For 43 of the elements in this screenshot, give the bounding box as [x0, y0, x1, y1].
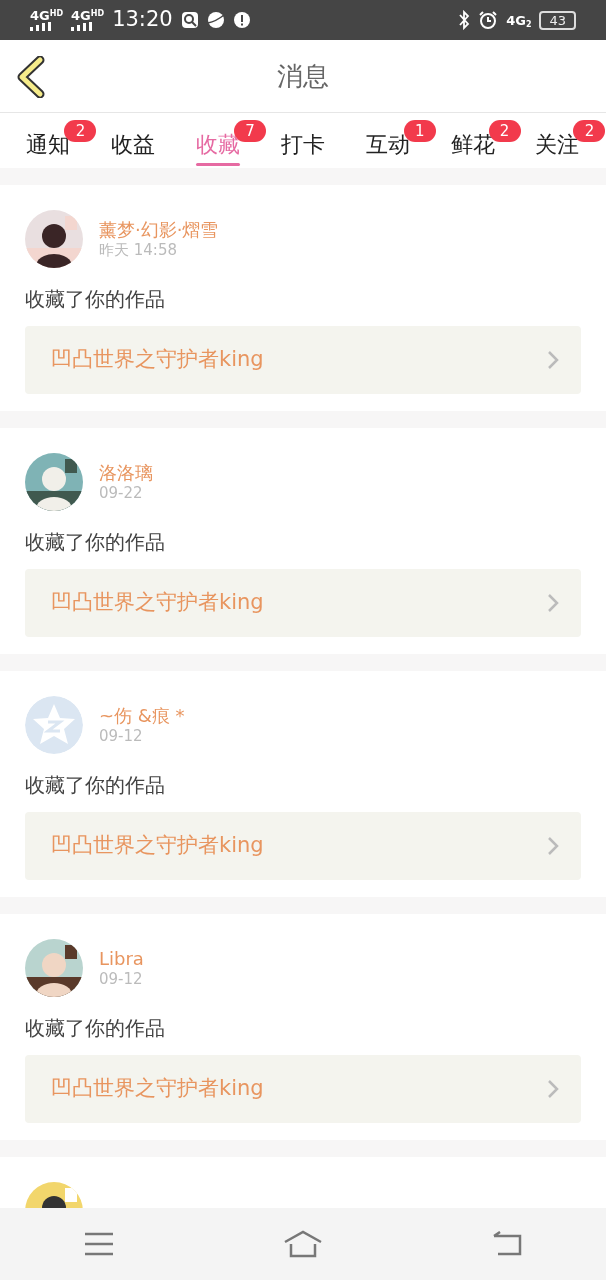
message-text: 收藏了你的作品: [25, 286, 166, 313]
status-time: 13:20: [112, 6, 173, 34]
message-time: 09-12: [99, 726, 144, 745]
work-link[interactable]: 凹凸世界之守护者king: [25, 326, 581, 394]
carrier-label: 4G$^{HD}$: [30, 9, 64, 22]
user-name[interactable]: ~伤 &痕 *: [99, 705, 185, 727]
chevron-right-icon: [547, 593, 559, 613]
message-time: 09-22: [99, 483, 144, 502]
user-name[interactable]: 洛洛璃: [99, 462, 153, 484]
message-time: 09-12: [99, 969, 144, 988]
chevron-right-icon: [547, 1079, 559, 1099]
signal-icon: [30, 22, 52, 31]
carrier-label: 4G$^{HD}$: [71, 9, 105, 22]
page-title: 消息: [277, 59, 329, 93]
message-text: 收藏了你的作品: [25, 772, 166, 799]
work-title: 凹凸世界之守护者king: [51, 832, 264, 860]
bluetooth-icon: [458, 10, 471, 30]
work-link[interactable]: 凹凸世界之守护者king: [25, 1055, 581, 1123]
user-name[interactable]: Libra: [99, 948, 144, 970]
menu-icon[interactable]: [84, 1232, 115, 1256]
work-title: 凹凸世界之守护者king: [51, 589, 264, 617]
back-icon[interactable]: [16, 56, 46, 98]
signal-icon: [71, 22, 94, 31]
work-title: 凹凸世界之守护者king: [51, 1075, 264, 1103]
search-icon: [180, 11, 199, 29]
message-text: 收藏了你的作品: [25, 529, 166, 556]
message-text: 收藏了你的作品: [25, 1015, 166, 1042]
tab[interactable]: 打卡: [280, 125, 325, 168]
chevron-right-icon: [547, 836, 559, 856]
work-title: 凹凸世界之守护者king: [51, 346, 264, 374]
work-link[interactable]: 凹凸世界之守护者king: [25, 569, 581, 637]
planet-icon: [206, 11, 225, 29]
alert-icon: [232, 11, 251, 29]
avatar-icon: [25, 696, 83, 754]
tab[interactable]: 收益: [111, 125, 156, 168]
home-icon[interactable]: [283, 1230, 323, 1258]
network-label: 4G$_{2}$: [506, 13, 532, 27]
chevron-right-icon: [547, 350, 559, 370]
user-name[interactable]: 薰梦·幻影·熠雪: [99, 219, 219, 241]
battery-level: 43: [539, 10, 576, 30]
alarm-icon: [478, 10, 499, 30]
work-link[interactable]: 凹凸世界之守护者king: [25, 812, 581, 880]
message-time: 昨天 14:58: [99, 240, 178, 259]
